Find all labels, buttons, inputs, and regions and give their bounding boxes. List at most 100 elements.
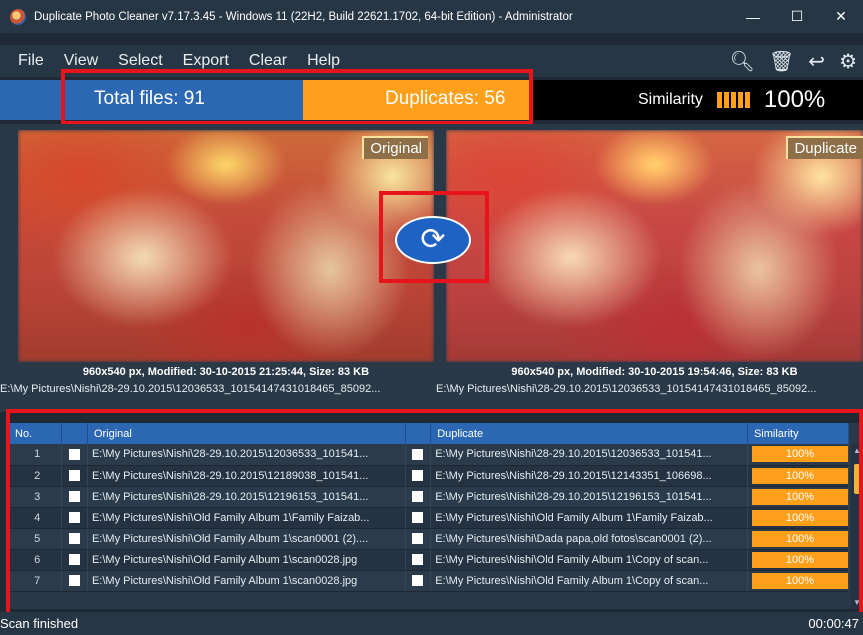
duplicate-checkbox[interactable] bbox=[412, 491, 424, 503]
table-header: No. Original Duplicate Similarity bbox=[9, 423, 850, 444]
menu-export[interactable]: Export bbox=[183, 52, 229, 70]
status-bar: Scan finished 00:00:47 bbox=[0, 612, 863, 635]
table-row[interactable]: 6 E:\My Pictures\Nishi\Old Family Album … bbox=[9, 549, 850, 571]
duplicate-checkbox[interactable] bbox=[412, 533, 424, 545]
duplicate-meta: 960x540 px, Modified: 30-10-2015 19:54:4… bbox=[511, 366, 798, 378]
similarity-cell: 100% bbox=[751, 551, 848, 568]
title-bar: Duplicate Photo Cleaner v7.17.3.45 - Win… bbox=[0, 0, 863, 33]
table-row[interactable]: 2 E:\My Pictures\Nishi\28-29.10.2015\121… bbox=[9, 465, 850, 487]
duplicate-tag: Duplicate bbox=[786, 136, 863, 159]
window-title: Duplicate Photo Cleaner v7.17.3.45 - Win… bbox=[34, 10, 573, 23]
original-meta: 960x540 px, Modified: 30-10-2015 21:25:4… bbox=[82, 366, 370, 378]
original-checkbox[interactable] bbox=[69, 448, 81, 460]
col-original[interactable]: Original bbox=[87, 423, 406, 444]
duplicate-photo[interactable]: Duplicate bbox=[446, 130, 863, 362]
table-scrollbar[interactable]: ▲ ▼ bbox=[851, 444, 863, 609]
original-path-cell: E:\My Pictures\Nishi\28-29.10.2015\12036… bbox=[87, 444, 406, 466]
original-path-cell: E:\My Pictures\Nishi\Old Family Album 1\… bbox=[87, 528, 406, 550]
similarity-cell: 100% bbox=[751, 530, 848, 547]
similarity-cell: 100% bbox=[751, 467, 848, 484]
similarity-cell: 100% bbox=[751, 488, 848, 505]
similarity-cell: 100% bbox=[751, 572, 848, 589]
duplicate-path: E:\My Pictures\Nishi\28-29.10.2015\12036… bbox=[436, 383, 817, 395]
search-icon[interactable]: 🔍︎ bbox=[730, 49, 755, 74]
scroll-down-icon[interactable]: ▼ bbox=[853, 598, 861, 607]
similarity-value: 100% bbox=[763, 86, 826, 113]
similarity-label: Similarity bbox=[638, 91, 703, 108]
original-path: E:\My Pictures\Nishi\28-29.10.2015\12036… bbox=[0, 383, 381, 395]
duplicate-path-cell: E:\My Pictures\Nishi\Old Family Album 1\… bbox=[430, 549, 748, 571]
swap-icon: ⟳ bbox=[420, 223, 446, 256]
menu-file[interactable]: File bbox=[18, 52, 44, 70]
duplicate-checkbox[interactable] bbox=[412, 470, 424, 482]
menu-select[interactable]: Select bbox=[118, 52, 162, 70]
row-number: 7 bbox=[9, 570, 63, 592]
menu-bar: File View Select Export Clear Help 🔍︎ 🗑︎… bbox=[0, 45, 863, 77]
undo-icon[interactable]: ↩ bbox=[808, 49, 825, 74]
original-checkbox[interactable] bbox=[69, 491, 81, 503]
scroll-thumb[interactable] bbox=[854, 464, 860, 494]
original-path-cell: E:\My Pictures\Nishi\Old Family Album 1\… bbox=[87, 549, 406, 571]
table-row[interactable]: 4 E:\My Pictures\Nishi\Old Family Album … bbox=[9, 507, 850, 529]
row-number: 2 bbox=[9, 465, 63, 487]
row-number: 1 bbox=[9, 444, 63, 466]
scroll-up-icon[interactable]: ▲ bbox=[853, 446, 861, 455]
col-duplicate-check[interactable] bbox=[405, 423, 432, 444]
results-table: No. Original Duplicate Similarity 1 E:\M… bbox=[9, 423, 863, 609]
menu-clear[interactable]: Clear bbox=[249, 52, 287, 70]
row-number: 6 bbox=[9, 549, 63, 571]
similarity-bars bbox=[716, 92, 750, 108]
duplicate-checkbox[interactable] bbox=[412, 448, 424, 460]
settings-icon[interactable]: ⚙ bbox=[839, 49, 857, 74]
swap-button[interactable]: ⟳ bbox=[395, 216, 471, 264]
original-tag: Original bbox=[362, 136, 428, 159]
row-number: 3 bbox=[9, 486, 63, 508]
duplicate-path-cell: E:\My Pictures\Nishi\28-29.10.2015\12143… bbox=[430, 465, 748, 487]
total-files-panel: Total files: 91 bbox=[0, 80, 303, 120]
duplicate-checkbox[interactable] bbox=[412, 575, 424, 587]
duplicate-path-cell: E:\My Pictures\Nishi\Old Family Album 1\… bbox=[430, 507, 748, 529]
table-row[interactable]: 7 E:\My Pictures\Nishi\Old Family Album … bbox=[9, 570, 850, 592]
stats-bar: Total files: 91 Duplicates: 56 Similarit… bbox=[0, 80, 863, 120]
similarity-indicator: Similarity 100% bbox=[638, 80, 825, 120]
minimize-button[interactable]: — bbox=[731, 0, 775, 33]
status-message: Scan finished bbox=[0, 616, 79, 631]
col-original-check[interactable] bbox=[61, 423, 88, 444]
app-icon bbox=[10, 8, 26, 25]
row-number: 4 bbox=[9, 507, 63, 529]
original-path-cell: E:\My Pictures\Nishi\28-29.10.2015\12189… bbox=[87, 465, 406, 487]
duplicate-path-cell: E:\My Pictures\Nishi\Old Family Album 1\… bbox=[430, 570, 748, 592]
original-path-cell: E:\My Pictures\Nishi\28-29.10.2015\12196… bbox=[87, 486, 406, 508]
similarity-cell: 100% bbox=[751, 509, 848, 526]
duplicate-checkbox[interactable] bbox=[412, 554, 424, 566]
menu-view[interactable]: View bbox=[64, 52, 98, 70]
toolbar-icons: 🔍︎ 🗑︎ ↩ ⚙ bbox=[730, 45, 857, 77]
original-checkbox[interactable] bbox=[69, 575, 81, 587]
elapsed-time: 00:00:47 bbox=[808, 616, 859, 631]
col-no[interactable]: No. bbox=[9, 423, 63, 444]
original-checkbox[interactable] bbox=[69, 512, 81, 524]
duplicates-panel: Duplicates: 56 bbox=[303, 80, 529, 120]
maximize-button[interactable]: ☐ bbox=[775, 0, 819, 33]
table-row[interactable]: 3 E:\My Pictures\Nishi\28-29.10.2015\121… bbox=[9, 486, 850, 508]
original-checkbox[interactable] bbox=[69, 470, 81, 482]
original-checkbox[interactable] bbox=[69, 554, 81, 566]
trash-icon[interactable]: 🗑︎ bbox=[769, 49, 794, 74]
total-files-label: Total files: 91 bbox=[94, 88, 205, 109]
original-photo[interactable]: Original bbox=[18, 130, 434, 362]
col-similarity[interactable]: Similarity bbox=[747, 423, 850, 444]
duplicates-label: Duplicates: 56 bbox=[385, 88, 506, 109]
preview-area: Original Duplicate 960x540 px, Modified:… bbox=[0, 124, 863, 412]
row-number: 5 bbox=[9, 528, 63, 550]
original-checkbox[interactable] bbox=[69, 533, 81, 545]
col-duplicate[interactable]: Duplicate bbox=[430, 423, 748, 444]
duplicate-checkbox[interactable] bbox=[412, 512, 424, 524]
window-controls: — ☐ ✕ bbox=[731, 0, 863, 33]
original-path-cell: E:\My Pictures\Nishi\Old Family Album 1\… bbox=[87, 570, 406, 592]
table-row[interactable]: 1 E:\My Pictures\Nishi\28-29.10.2015\120… bbox=[9, 444, 850, 466]
close-button[interactable]: ✕ bbox=[819, 0, 863, 33]
menu-help[interactable]: Help bbox=[307, 52, 340, 70]
duplicate-path-cell: E:\My Pictures\Nishi\Dada papa,old fotos… bbox=[430, 528, 748, 550]
original-path-cell: E:\My Pictures\Nishi\Old Family Album 1\… bbox=[87, 507, 406, 529]
table-row[interactable]: 5 E:\My Pictures\Nishi\Old Family Album … bbox=[9, 528, 850, 550]
